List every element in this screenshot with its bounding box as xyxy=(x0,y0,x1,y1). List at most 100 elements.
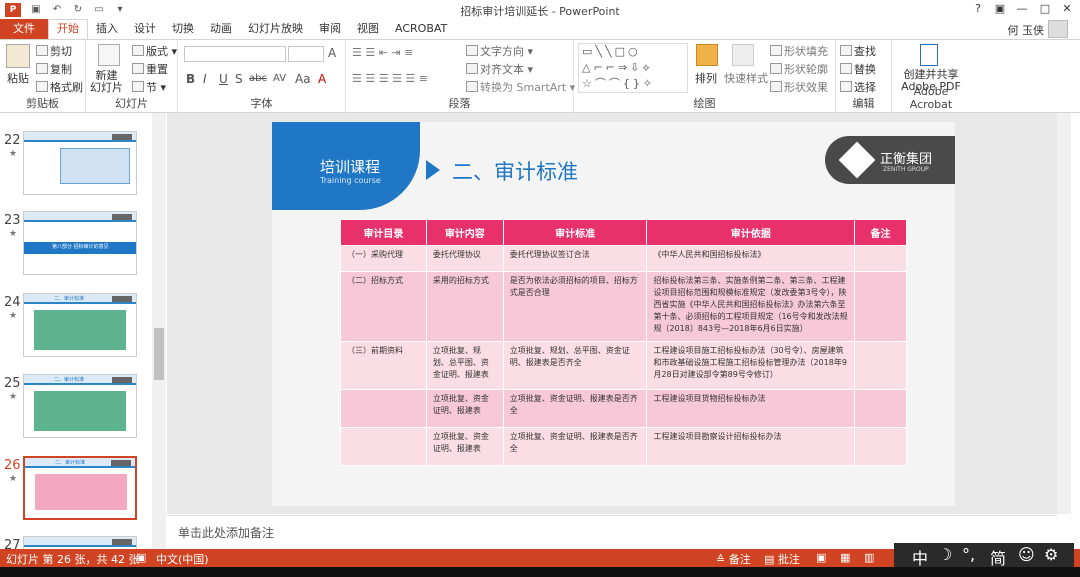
list-buttons[interactable]: ☰ ☰ ⇤ ⇥ ≡ xyxy=(352,46,413,59)
table-row[interactable]: 立项批复、资金证明、报建表 立项批复、资金证明、报建表是否齐全 工程建设项目勘察设计… xyxy=(340,427,907,466)
shape-effects-button[interactable]: 形状效果 xyxy=(770,79,828,95)
table-cell[interactable]: 立项批复、资金证明、报建表是否齐全 xyxy=(502,427,648,466)
new-slide-icon[interactable] xyxy=(98,44,120,66)
ime-chinese-mode[interactable]: 中 xyxy=(912,545,928,569)
grow-font-icon[interactable]: A xyxy=(328,46,336,60)
align-text-button[interactable]: 对齐文本 ▾ xyxy=(466,61,533,77)
close-button[interactable]: ✕ xyxy=(1057,2,1077,15)
normal-view-icon[interactable]: ▣ xyxy=(816,551,826,564)
ime-moon-icon[interactable]: ☽ xyxy=(938,545,952,564)
ime-punctuation-icon[interactable]: °, xyxy=(962,545,975,564)
font-color-button[interactable]: A xyxy=(318,72,326,86)
save-icon[interactable]: ▣ xyxy=(30,4,42,16)
shape-fill-button[interactable]: 形状填充 xyxy=(770,43,828,59)
table-cell[interactable]: 是否为依法必须招标的项目、招标方式是否合理 xyxy=(502,271,648,342)
tab-view[interactable]: 视图 xyxy=(349,19,387,39)
table-cell[interactable]: 采用的招标方式 xyxy=(425,271,504,342)
table-cell[interactable]: 工程建设项目货物招标投标办法 xyxy=(646,389,856,428)
tab-slideshow[interactable]: 幻灯片放映 xyxy=(240,19,311,39)
bold-button[interactable]: B xyxy=(186,72,195,86)
tab-animations[interactable]: 动画 xyxy=(202,19,240,39)
paste-icon[interactable] xyxy=(6,44,30,68)
new-slide-button[interactable]: 新建 幻灯片 xyxy=(90,70,123,94)
font-size-select[interactable] xyxy=(288,46,324,62)
table-cell[interactable]: 立项批复、资金证明、报建表 xyxy=(425,427,504,466)
user-name[interactable]: 何 玉侠 xyxy=(1008,22,1045,38)
table-row[interactable]: 立项批复、资金证明、报建表 立项批复、资金证明、报建表是否齐全 工程建设项目货物招标… xyxy=(340,389,907,428)
tab-home[interactable]: 开始 xyxy=(48,19,88,39)
thumbnail-scrollbar-thumb[interactable] xyxy=(154,328,164,380)
table-cell[interactable] xyxy=(854,427,907,466)
shapes-gallery[interactable]: ▭╲╲□○ △⌐⌐⇒⇩⟡ ☆⌒⌒{}✧ xyxy=(578,43,688,93)
strikethrough-button[interactable]: abc xyxy=(249,73,267,84)
undo-icon[interactable]: ↶ xyxy=(51,4,63,16)
customize-toolbar-icon[interactable]: ▾ xyxy=(114,4,126,16)
slide-thumbnail[interactable]: 二、审计标准 xyxy=(23,293,137,357)
smartart-button[interactable]: 转换为 SmartArt ▾ xyxy=(466,79,575,95)
quick-styles-button[interactable]: 快速样式 xyxy=(724,70,768,86)
text-direction-button[interactable]: 文字方向 ▾ xyxy=(466,43,533,59)
find-button[interactable]: 查找 xyxy=(840,43,876,59)
start-slideshow-icon[interactable]: ▭ xyxy=(93,4,105,16)
slide-thumbnail[interactable] xyxy=(23,131,137,195)
tab-design[interactable]: 设计 xyxy=(126,19,164,39)
minimize-button[interactable]: — xyxy=(1012,2,1032,15)
underline-button[interactable]: U xyxy=(219,72,228,86)
cut-button[interactable]: 剪切 xyxy=(36,43,72,59)
table-cell[interactable] xyxy=(340,389,427,428)
change-case-button[interactable]: Aa xyxy=(295,72,311,86)
shape-outline-button[interactable]: 形状轮廓 xyxy=(770,61,828,77)
editor-scrollbar[interactable] xyxy=(1057,113,1071,514)
comments-toggle-button[interactable]: ▤ 批注 xyxy=(764,551,800,567)
tab-acrobat[interactable]: ACROBAT xyxy=(387,19,455,39)
copy-button[interactable]: 复制 xyxy=(36,61,72,77)
arrange-icon[interactable] xyxy=(696,44,718,66)
avatar[interactable] xyxy=(1048,20,1068,38)
table-row[interactable]: （一）采购代理 委托代理协议 委托代理协议签订合法 《中华人民共和国招标投标法》 xyxy=(340,245,907,272)
select-button[interactable]: 选择 xyxy=(840,79,876,95)
quick-styles-icon[interactable] xyxy=(732,44,754,66)
tab-file[interactable]: 文件 xyxy=(0,19,48,39)
table-cell[interactable]: 工程建设项目勘察设计招标投标办法 xyxy=(646,427,856,466)
slide-thumbnail[interactable]: 第八部分 招标审计的意见 xyxy=(23,211,137,275)
table-cell[interactable]: 立项批复、规划、总平图、资金证明、报建表是否齐全 xyxy=(502,341,648,390)
section-button[interactable]: 节 ▾ xyxy=(132,79,166,95)
ribbon-display-icon[interactable]: ▣ xyxy=(990,2,1010,15)
table-cell[interactable]: 工程建设项目施工招标投标办法（30号令）、房屋建筑和市政基础设施工程施工招标投标… xyxy=(646,341,856,390)
table-row[interactable]: （二）招标方式 采用的招标方式 是否为依法必须招标的项目、招标方式是否合理 招标投标法… xyxy=(340,271,907,342)
table-cell[interactable] xyxy=(854,389,907,428)
table-row[interactable]: （三）前期资料 立项批复、规划、总平图、资金证明、报建表 立项批复、规划、总平图、资… xyxy=(340,341,907,390)
notes-placeholder[interactable]: 单击此处添加备注 xyxy=(178,524,274,541)
paste-button[interactable]: 粘贴 xyxy=(7,70,29,86)
table-cell[interactable]: 立项批复、资金证明、报建表 xyxy=(425,389,504,428)
ime-emoji-icon[interactable]: ☺ xyxy=(1018,545,1035,564)
slide-thumbnail[interactable] xyxy=(23,536,137,549)
current-slide[interactable]: 培训课程 Training course 二、审计标准 正衡集团 ZENITH … xyxy=(272,122,955,506)
table-cell[interactable]: 招标投标法第三条、实施条例第二条、第三条、工程建设项目招标范围和规模标准规定（发… xyxy=(646,271,856,342)
italic-button[interactable]: I xyxy=(203,72,207,86)
arrange-button[interactable]: 排列 xyxy=(695,70,717,86)
language-status[interactable]: 中文(中国) xyxy=(156,551,209,567)
table-cell[interactable]: 委托代理协议签订合法 xyxy=(502,245,648,272)
table-cell[interactable]: （三）前期资料 xyxy=(340,341,427,390)
tab-review[interactable]: 审阅 xyxy=(311,19,349,39)
table-cell[interactable]: 立项批复、资金证明、报建表是否齐全 xyxy=(502,389,648,428)
notes-toggle-button[interactable]: ≙ 备注 xyxy=(716,551,751,567)
maximize-button[interactable]: □ xyxy=(1035,2,1055,15)
reset-button[interactable]: 重置 xyxy=(132,61,168,77)
replace-button[interactable]: 替换 xyxy=(840,61,876,77)
font-name-select[interactable] xyxy=(184,46,286,62)
ime-settings-icon[interactable]: ⚙ xyxy=(1044,545,1058,564)
format-painter-button[interactable]: 格式刷 xyxy=(36,79,83,95)
tab-transitions[interactable]: 切换 xyxy=(164,19,202,39)
table-cell[interactable] xyxy=(854,245,907,272)
layout-button[interactable]: 版式 ▾ xyxy=(132,43,177,59)
help-icon[interactable]: ? xyxy=(968,2,988,15)
table-cell[interactable] xyxy=(854,271,907,342)
table-cell[interactable]: （一）采购代理 xyxy=(340,245,427,272)
shadow-button[interactable]: S xyxy=(235,72,243,86)
table-cell[interactable]: 委托代理协议 xyxy=(425,245,504,272)
table-cell[interactable]: （二）招标方式 xyxy=(340,271,427,342)
char-spacing-button[interactable]: AV xyxy=(273,73,286,84)
align-buttons[interactable]: ☰ ☰ ☰ ☰ ☰ ≡ xyxy=(352,72,428,85)
